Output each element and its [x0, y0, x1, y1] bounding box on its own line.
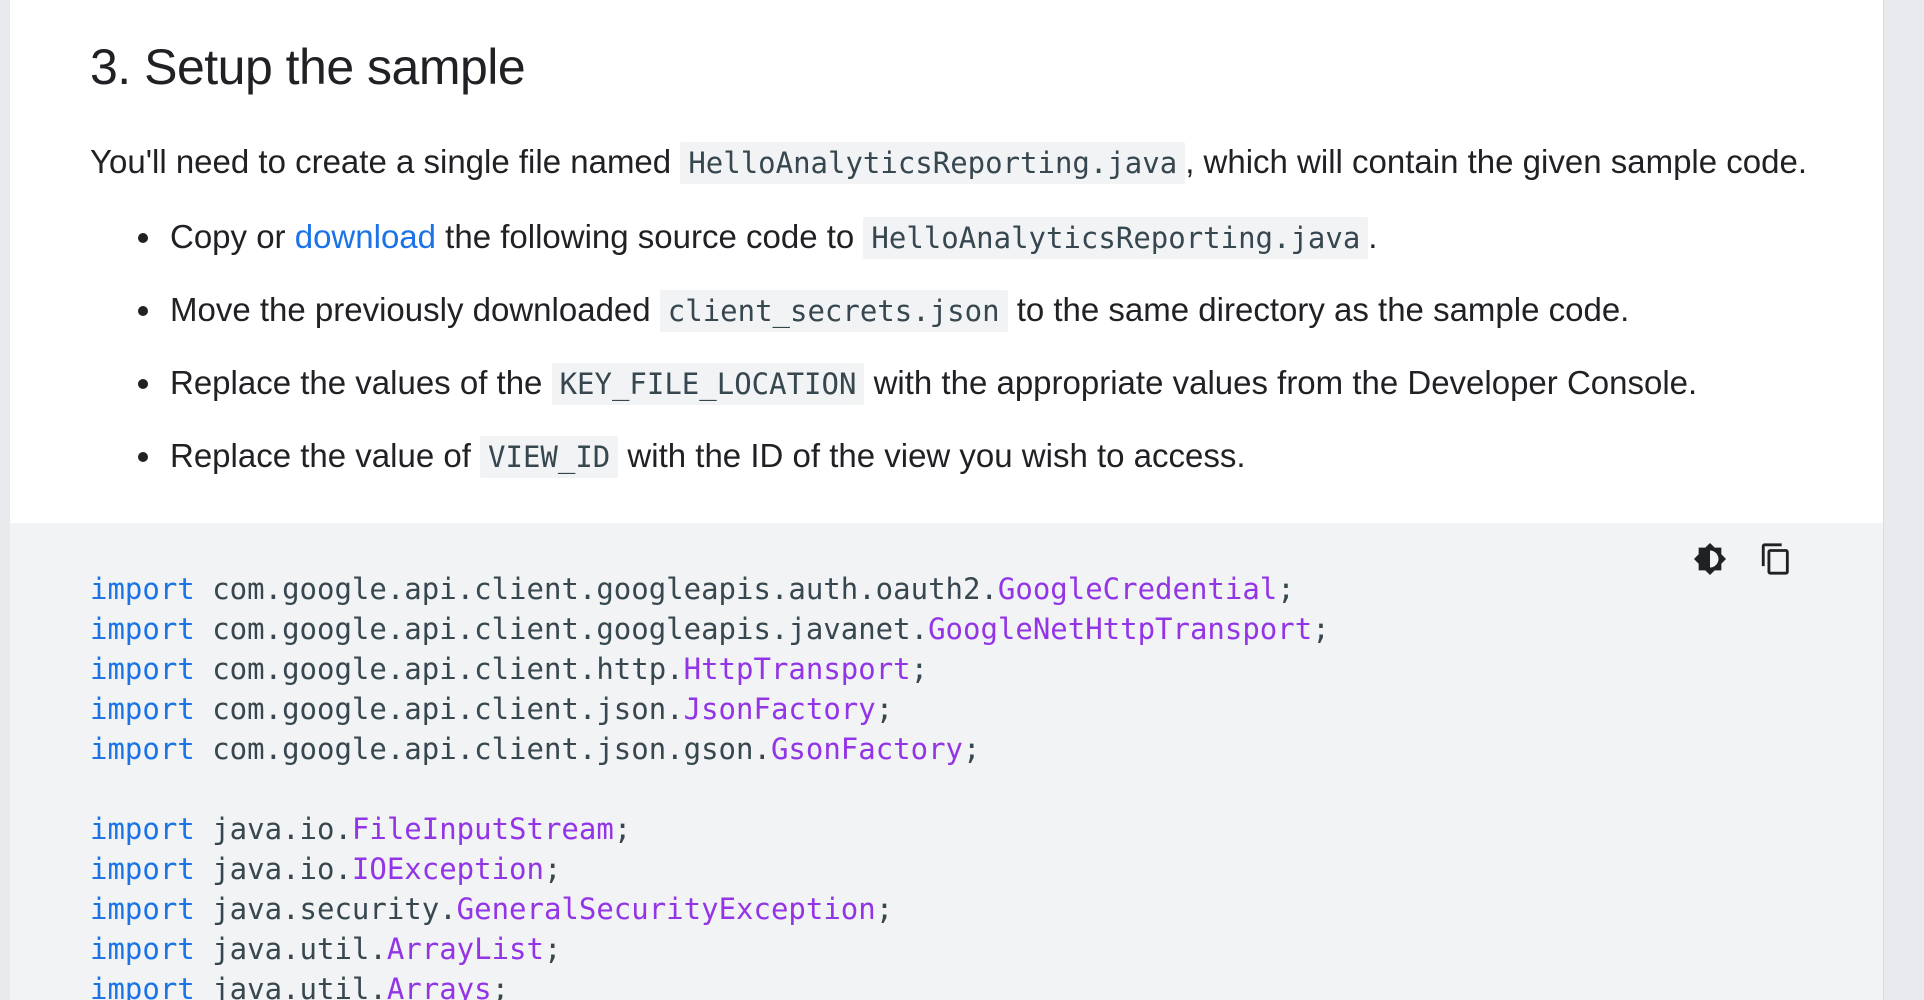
step-text: to the same directory as the sample code… [1007, 291, 1630, 328]
code-type: FileInputStream [351, 812, 614, 846]
inline-code: VIEW_ID [480, 436, 619, 478]
code-package: com.google.api.client.json. [194, 692, 684, 726]
code-punct: ; [1277, 572, 1295, 606]
copy-code-button[interactable] [1757, 539, 1795, 579]
inline-code-filename: HelloAnalyticsReporting.java [680, 142, 1186, 184]
step-text: . [1368, 218, 1378, 255]
section-heading: 3. Setup the sample [90, 39, 526, 95]
code-punct: ; [875, 692, 894, 726]
code-package: com.google.api.client.json.gson. [194, 732, 771, 766]
code-package: java.util. [194, 972, 387, 1000]
intro-text-after: , which will contain the given sample co… [1185, 143, 1808, 180]
step-text: Copy or [170, 218, 295, 255]
code-block[interactable]: import com.google.api.client.googleapis.… [10, 523, 1883, 1000]
code-punct: ; [963, 732, 981, 766]
code-keyword: import [90, 652, 195, 686]
step-text: Replace the values of the [170, 364, 552, 401]
code-line: import com.google.api.client.json.JsonFa… [90, 689, 1330, 729]
code-type: GeneralSecurityException [456, 892, 876, 926]
code-package: java.security. [194, 892, 457, 926]
code-package: com.google.api.client.googleapis.auth.oa… [194, 572, 998, 606]
code-block-actions [1691, 539, 1795, 579]
code-type: GoogleCredential [997, 572, 1278, 606]
step-text: Move the previously downloaded [170, 291, 660, 328]
code-line: import com.google.api.client.googleapis.… [90, 569, 1330, 609]
code-listing: import com.google.api.client.googleapis.… [90, 569, 1330, 1000]
code-type: JsonFactory [683, 692, 876, 726]
copy-icon [1761, 543, 1789, 575]
inline-code: client_secrets.json [659, 290, 1008, 332]
code-line: import java.io.FileInputStream; [90, 809, 1330, 849]
code-keyword: import [90, 692, 195, 726]
bullet [138, 306, 148, 316]
code-package: java.io. [194, 812, 352, 846]
code-keyword: import [90, 932, 195, 966]
code-punct: ; [543, 852, 562, 886]
code-punct: ; [910, 652, 929, 686]
code-punct: ; [543, 932, 562, 966]
code-line: import com.google.api.client.http.HttpTr… [90, 649, 1330, 689]
step-text: with the ID of the view you wish to acce… [618, 437, 1246, 474]
code-keyword: import [90, 892, 195, 926]
doc-page: 3. Setup the sample You'll need to creat… [10, 0, 1884, 1000]
code-punct: ; [875, 892, 894, 926]
code-line: import java.util.Arrays; [90, 969, 1330, 1000]
code-punct: ; [491, 972, 510, 1000]
code-type: IOException [351, 852, 544, 886]
step-text: with the appropriate values from the Dev… [864, 364, 1698, 401]
code-line: import java.util.ArrayList; [90, 929, 1330, 969]
code-package: java.util. [194, 932, 387, 966]
inline-code: KEY_FILE_LOCATION [551, 363, 865, 405]
code-package: com.google.api.client.googleapis.javanet… [194, 612, 929, 646]
list-item-key-file: Replace the values of the KEY_FILE_LOCAT… [90, 361, 1883, 406]
code-line: import com.google.api.client.googleapis.… [90, 609, 1330, 649]
code-keyword: import [90, 732, 195, 766]
bullet [138, 452, 148, 462]
code-keyword: import [90, 812, 195, 846]
bullet [138, 379, 148, 389]
code-line: import com.google.api.client.json.gson.G… [90, 729, 1330, 769]
bullet [138, 233, 148, 243]
step-text: the following source code to [436, 218, 864, 255]
code-line: import java.io.IOException; [90, 849, 1330, 889]
code-punct: ; [613, 812, 632, 846]
brightness-contrast-icon [1693, 542, 1727, 576]
list-item-move-secrets: Move the previously downloaded client_se… [90, 288, 1883, 333]
step-text: Replace the value of [170, 437, 481, 474]
code-keyword: import [90, 572, 195, 606]
code-keyword: import [90, 852, 195, 886]
code-punct: ; [1312, 612, 1330, 646]
intro-text-before: You'll need to create a single file name… [90, 143, 681, 180]
code-type: GsonFactory [770, 732, 963, 766]
list-item-copy-download: Copy or download the following source co… [90, 215, 1883, 260]
code-keyword: import [90, 972, 195, 1000]
code-type: HttpTransport [683, 652, 911, 686]
list-item-view-id: Replace the value of VIEW_ID with the ID… [90, 434, 1883, 479]
download-link[interactable]: download [295, 218, 436, 255]
code-keyword: import [90, 612, 195, 646]
code-type: Arrays [386, 972, 492, 1000]
code-package: java.io. [194, 852, 352, 886]
code-type: GoogleNetHttpTransport [928, 612, 1313, 646]
code-package: com.google.api.client.http. [194, 652, 684, 686]
intro-paragraph: You'll need to create a single file name… [90, 140, 1883, 185]
theme-toggle-button[interactable] [1691, 539, 1729, 579]
setup-steps-list: Copy or download the following source co… [90, 215, 1883, 479]
code-line: import java.security.GeneralSecurityExce… [90, 889, 1330, 929]
doc-content: 3. Setup the sample You'll need to creat… [10, 0, 1883, 479]
inline-code: HelloAnalyticsReporting.java [863, 217, 1369, 259]
code-type: ArrayList [386, 932, 544, 966]
